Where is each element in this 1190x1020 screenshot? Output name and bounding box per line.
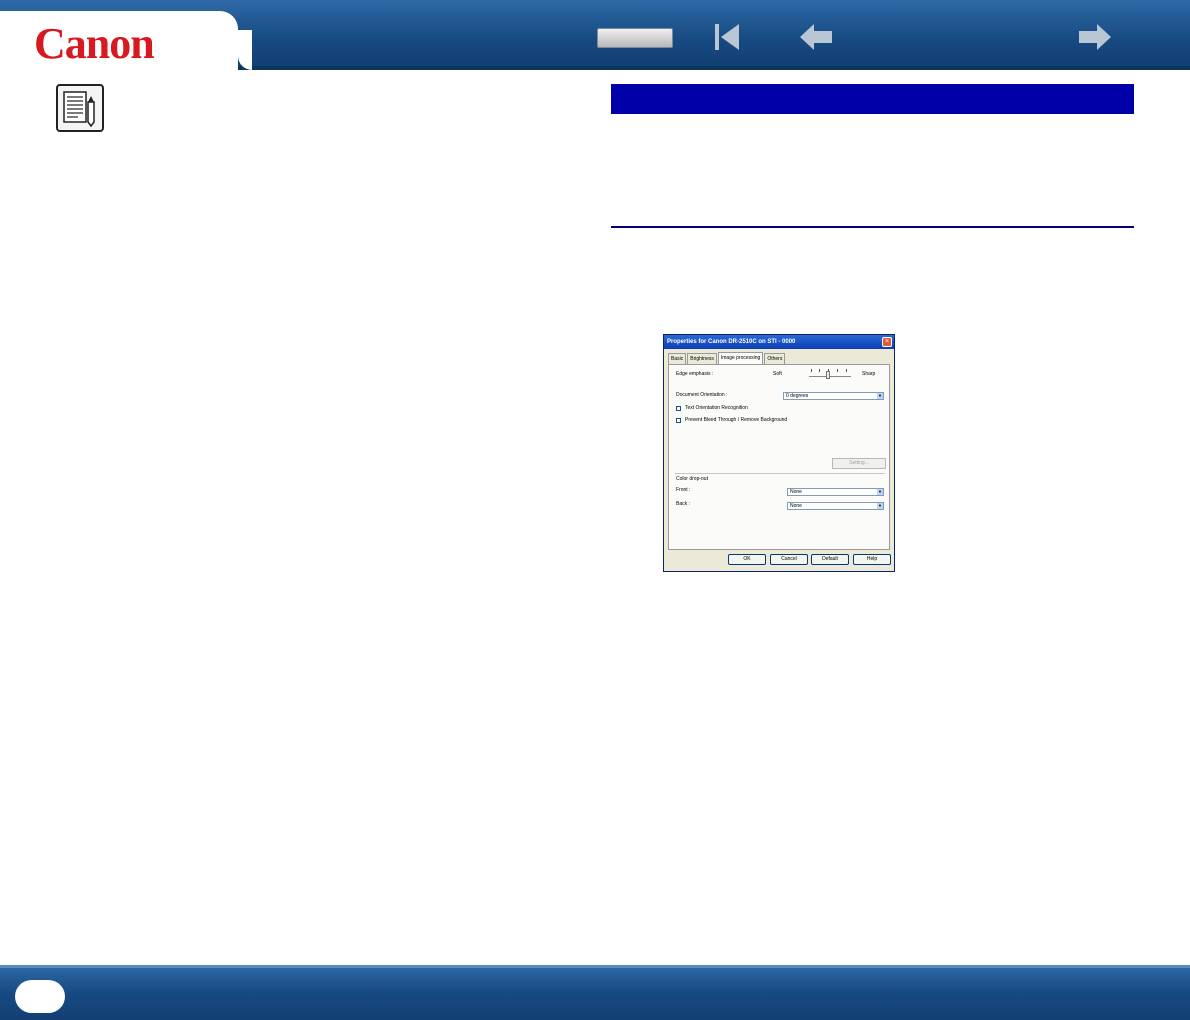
bottom-footer	[0, 965, 1190, 1020]
slider-tick	[811, 369, 812, 372]
note-pencil-icon	[56, 84, 104, 132]
slider-tick	[846, 369, 847, 372]
front-dropout-value: None	[790, 489, 802, 495]
cancel-button[interactable]: Cancel	[770, 554, 808, 565]
note-pencil-icon-graphic	[63, 91, 95, 128]
edge-emphasis-slider-track[interactable]	[809, 376, 851, 377]
canon-logo: Canon	[34, 19, 155, 68]
footer-top-edge	[0, 965, 1190, 968]
toc-button[interactable]	[597, 28, 673, 48]
edge-sharp-label: Sharp	[862, 371, 876, 377]
document-orientation-select[interactable]: 0 degrees ▼	[783, 392, 884, 400]
ok-button[interactable]: OK	[728, 554, 766, 565]
group-separator	[675, 473, 885, 474]
document-orientation-label: Document Orientation :	[676, 392, 728, 398]
chevron-down-icon[interactable]: ▼	[877, 489, 883, 495]
prevent-bleed-label: Prevent Bleed Through / Remove Backgroun…	[685, 417, 788, 423]
back-label: Back :	[676, 501, 690, 507]
dialog-tabs: Basic Brightness Image processing Others	[668, 352, 786, 364]
front-dropout-select[interactable]: None ▼	[787, 488, 884, 496]
page-number-badge	[15, 980, 65, 1013]
close-icon[interactable]: ×	[882, 337, 892, 347]
tab-others[interactable]: Others	[764, 353, 786, 364]
setting-button[interactable]: Setting...	[832, 458, 886, 469]
prevent-bleed-checkbox[interactable]	[676, 418, 681, 423]
text-orientation-label: Text Orientation Recognition	[685, 405, 748, 411]
slider-tick	[837, 369, 838, 372]
edge-emphasis-label: Edge emphasis :	[676, 371, 714, 377]
default-button[interactable]: Default	[811, 554, 849, 565]
dialog-title: Properties for Canon DR-2510C on STI - 0…	[664, 335, 894, 349]
document-orientation-value: 0 degrees	[786, 393, 809, 399]
section-divider	[611, 226, 1134, 228]
back-dropout-value: None	[790, 503, 802, 509]
edge-emphasis-slider-thumb[interactable]	[826, 371, 830, 379]
tab-brightness[interactable]: Brightness	[687, 353, 717, 364]
edge-soft-label: Soft	[773, 371, 782, 377]
scanner-properties-dialog: Properties for Canon DR-2510C on STI - 0…	[663, 334, 895, 572]
text-orientation-checkbox[interactable]	[676, 406, 681, 411]
back-dropout-select[interactable]: None ▼	[787, 502, 884, 510]
section-heading-bar	[611, 84, 1134, 114]
front-label: Front :	[676, 487, 691, 493]
color-dropout-label: Color drop-out	[676, 476, 708, 482]
chevron-down-icon[interactable]: ▼	[877, 503, 883, 509]
logo-tab-edge	[238, 30, 252, 70]
tab-image-processing[interactable]: Image processing	[717, 352, 764, 364]
first-page-icon[interactable]	[713, 22, 741, 52]
help-button[interactable]: Help	[853, 554, 891, 565]
slider-tick	[819, 369, 820, 372]
previous-page-icon[interactable]	[798, 22, 834, 52]
next-page-icon[interactable]	[1077, 22, 1113, 52]
tab-basic[interactable]: Basic	[668, 353, 687, 364]
image-processing-panel: Edge emphasis : Soft Sharp Document Orie…	[668, 364, 890, 550]
chevron-down-icon[interactable]: ▼	[877, 393, 883, 399]
